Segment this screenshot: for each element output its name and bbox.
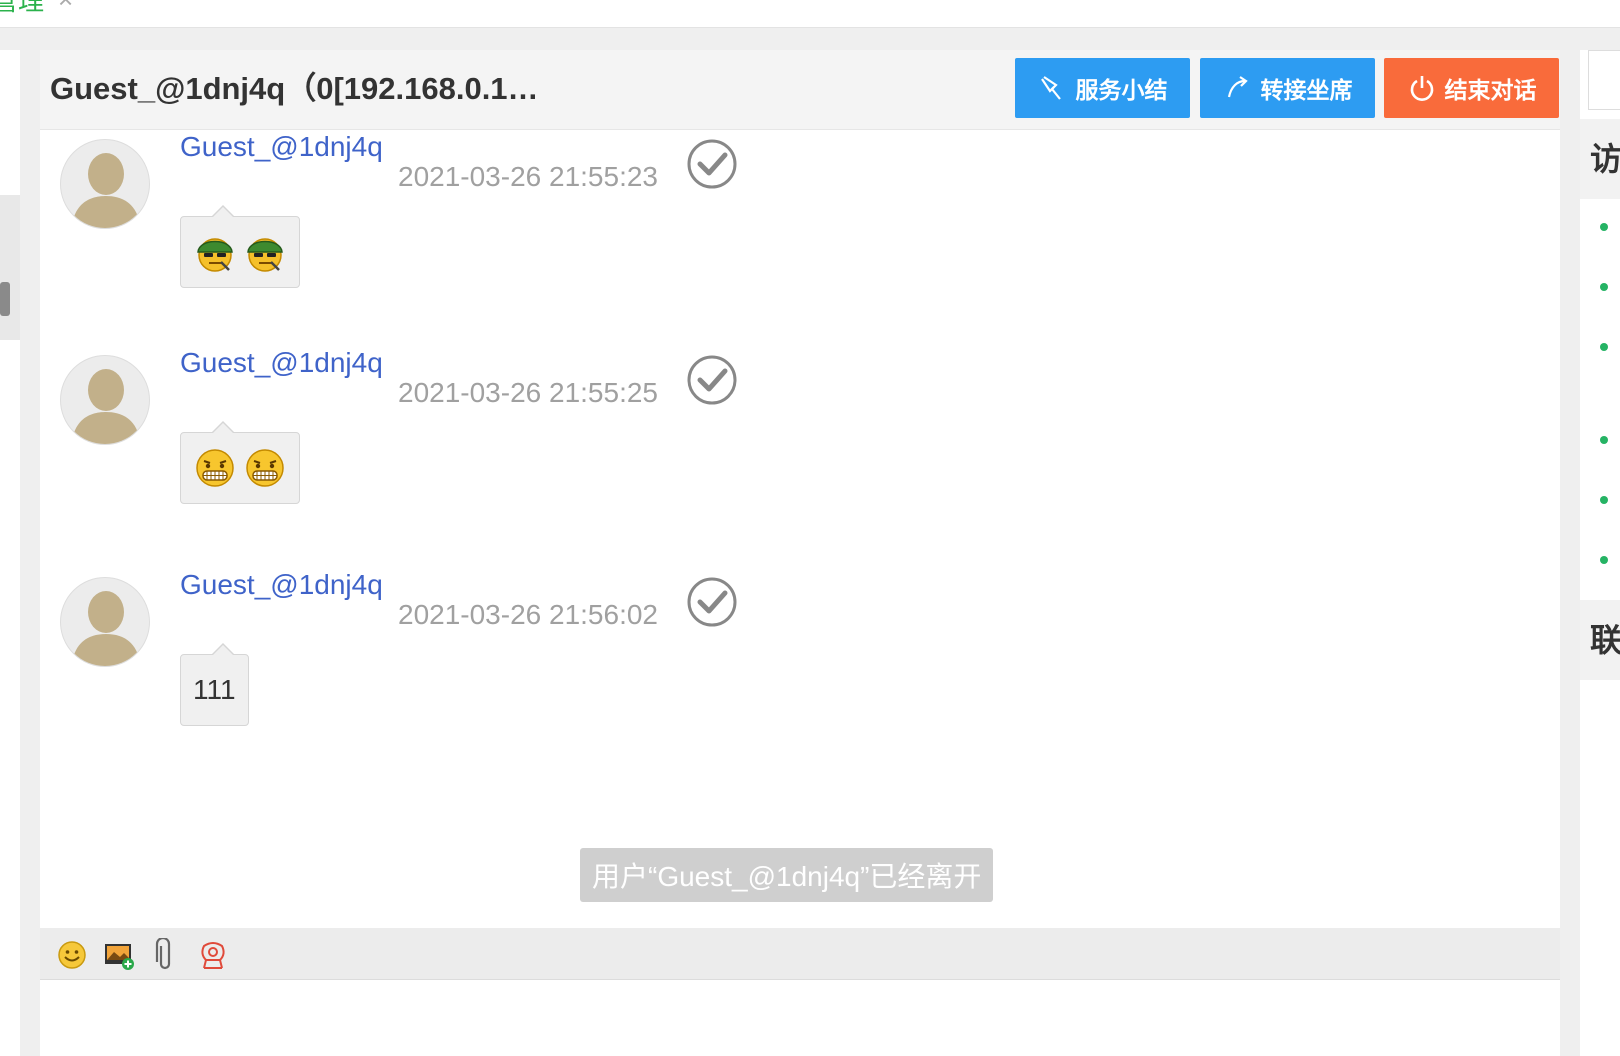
grimace-emoji — [196, 449, 234, 487]
status-dot — [1600, 283, 1608, 291]
message-input[interactable] — [40, 981, 1560, 1056]
service-summary-button[interactable]: 服务小结 — [1015, 58, 1190, 118]
status-dot — [1600, 556, 1608, 564]
chat-title: Guest_@1dnj4q（0[192.168.0.1… — [50, 71, 539, 106]
left-panel-selected-row[interactable] — [0, 195, 20, 340]
emoji-button[interactable] — [55, 938, 89, 972]
army-helmet-smirk-emoji — [197, 238, 233, 272]
chat-panel: Guest_@1dnj4q（0[192.168.0.1… 服务小结 转接坐席 结… — [40, 50, 1560, 1056]
transfer-agent-button[interactable]: 转接坐席 — [1200, 58, 1375, 118]
left-panel — [0, 50, 20, 1056]
visitor-info-section-label: 访 — [1590, 141, 1620, 177]
read-check-icon — [687, 577, 737, 627]
message-text: 111 — [193, 674, 236, 705]
end-conversation-label: 结束对话 — [1444, 77, 1537, 103]
message-list[interactable]: Guest_@1dnj4q 2021-03-26 21:55:23 Guest_… — [40, 131, 1560, 928]
service-summary-label: 服务小结 — [1075, 77, 1168, 103]
sender-name[interactable]: Guest_@1dnj4q — [180, 569, 383, 601]
right-panel-top-box[interactable] — [1588, 50, 1620, 110]
forward-arrow-icon — [1227, 76, 1248, 98]
input-toolbar — [40, 928, 1560, 980]
top-tab-bar: 管理 × — [0, 0, 1620, 28]
contact-section-label: 联 — [1590, 622, 1620, 658]
agent-chat-window: 管理 × Guest_@1dnj4q（0[192.168.0.1… 服务小结 — [0, 0, 1620, 1056]
chat-header: Guest_@1dnj4q（0[192.168.0.1… 服务小结 转接坐席 结… — [40, 50, 1560, 130]
message-bubble: 111 — [180, 643, 249, 726]
power-icon — [1410, 76, 1433, 101]
message-item: Guest_@1dnj4q 2021-03-26 21:56:02 111 — [40, 557, 800, 757]
transfer-agent-label: 转接坐席 — [1260, 77, 1353, 103]
close-icon[interactable]: × — [58, 0, 73, 12]
end-conversation-button[interactable]: 结束对话 — [1384, 58, 1559, 118]
smiley-icon — [58, 941, 86, 969]
avatar — [60, 355, 150, 445]
contact-section-header[interactable]: 联 — [1580, 600, 1620, 680]
army-helmet-smirk-emoji — [247, 238, 283, 272]
message-item: Guest_@1dnj4q 2021-03-26 21:55:23 — [40, 131, 800, 319]
message-item: Guest_@1dnj4q 2021-03-26 21:55:25 — [40, 335, 800, 535]
read-check-icon — [687, 355, 737, 405]
avatar — [60, 577, 150, 667]
status-dot — [1600, 496, 1608, 504]
attach-file-button[interactable] — [148, 936, 182, 972]
avatar — [60, 139, 150, 229]
attachment-icon — [155, 936, 171, 970]
message-time: 2021-03-26 21:56:02 — [398, 599, 658, 630]
invite-rating-button[interactable] — [196, 938, 230, 972]
status-dot — [1600, 223, 1608, 231]
visitor-left-notice: 用户“Guest_@1dnj4q”已经离开 — [580, 848, 994, 902]
sender-name[interactable]: Guest_@1dnj4q — [180, 347, 383, 379]
message-bubble — [180, 205, 300, 288]
message-time: 2021-03-26 21:55:25 — [398, 377, 658, 408]
visitor-info-panel: 访 联 — [1580, 50, 1620, 1056]
grimace-emoji — [246, 449, 284, 487]
pin-icon — [1040, 76, 1061, 100]
status-dot — [1600, 343, 1608, 351]
left-scrollbar-thumb[interactable] — [0, 282, 10, 316]
message-bubble — [180, 421, 300, 504]
rating-flower-icon — [201, 942, 225, 969]
read-check-icon — [687, 139, 737, 189]
image-upload-icon — [105, 944, 134, 970]
top-tab-label[interactable]: 管理 — [0, 0, 44, 14]
send-image-button[interactable] — [102, 938, 136, 972]
visitor-info-section-header[interactable]: 访 — [1580, 119, 1620, 199]
status-dot — [1600, 436, 1608, 444]
sender-name[interactable]: Guest_@1dnj4q — [180, 131, 383, 163]
message-time: 2021-03-26 21:55:23 — [398, 161, 658, 192]
